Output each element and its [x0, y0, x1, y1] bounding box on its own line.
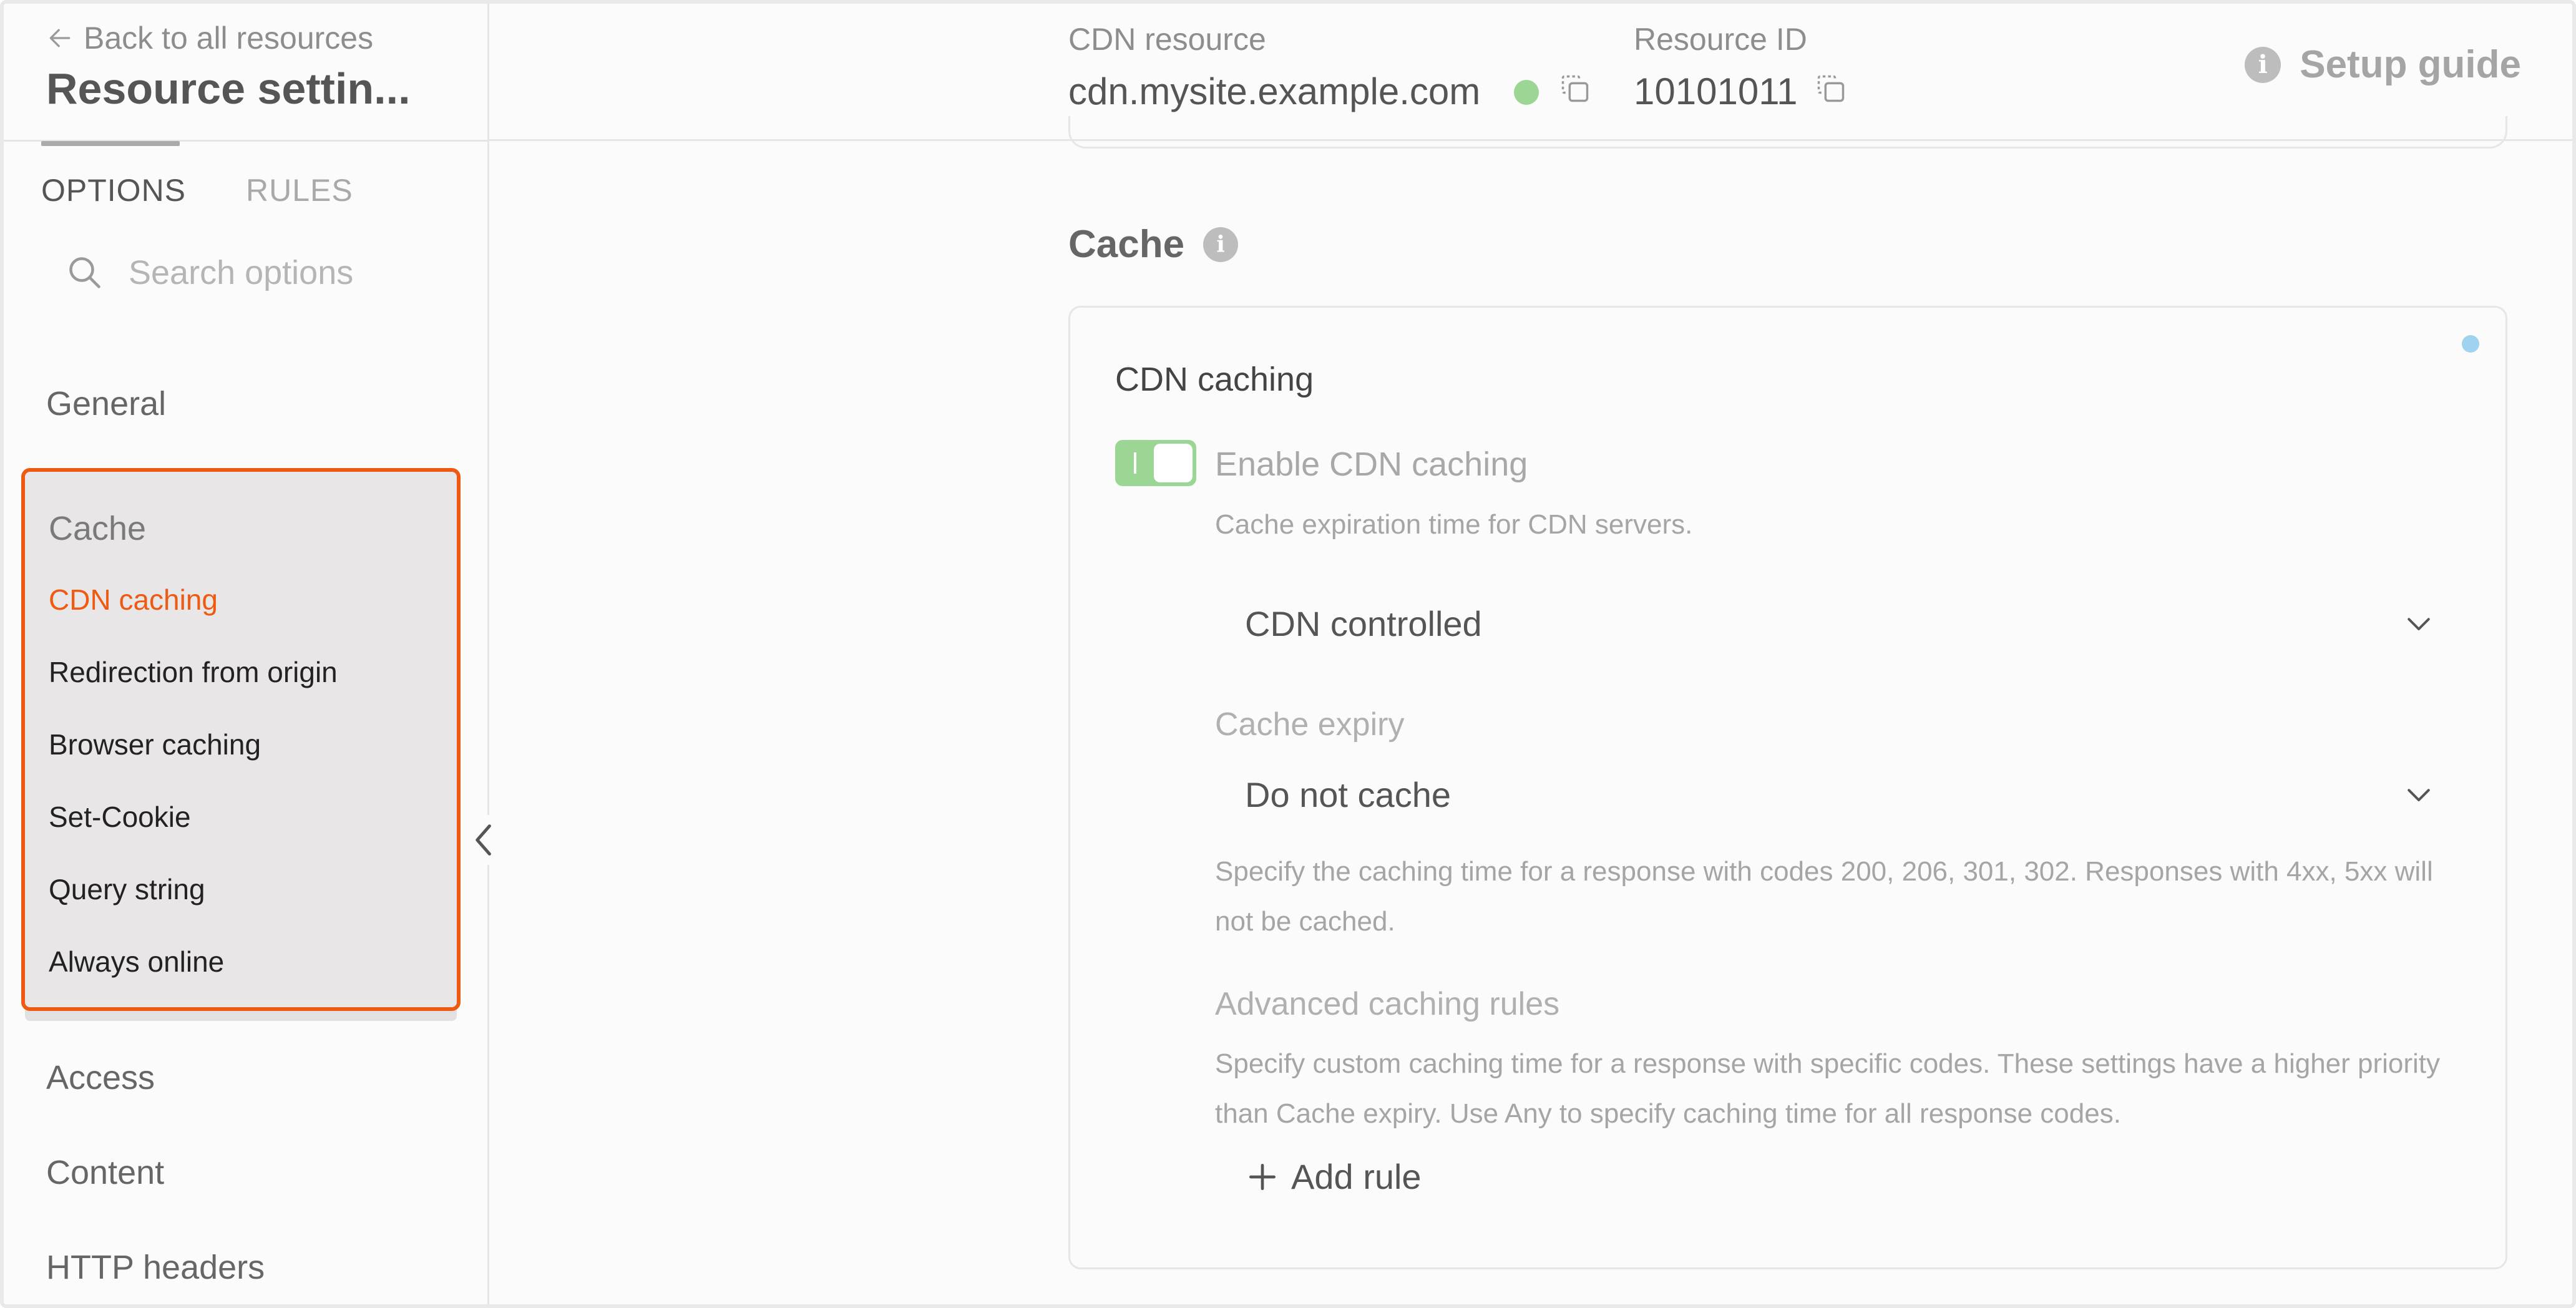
enable-cdn-caching-label: Enable CDN caching	[1215, 446, 1528, 483]
plus-icon	[1249, 1163, 1276, 1190]
setup-guide-label: Setup guide	[2300, 43, 2521, 86]
sidebar: Back to all resources Resource settin...…	[4, 4, 489, 1304]
toggle-knob	[1154, 444, 1193, 482]
card-title: CDN caching	[1115, 361, 1314, 398]
setup-guide-button[interactable]: i Setup guide	[2245, 42, 2521, 87]
status-dot	[1514, 80, 1539, 105]
sidebar-group-http-headers[interactable]: HTTP headers	[46, 1248, 265, 1287]
sidebar-group-content[interactable]: Content	[46, 1153, 164, 1192]
back-link-label: Back to all resources	[84, 21, 374, 56]
tab-rules[interactable]: RULES	[246, 172, 353, 208]
advanced-caching-rules-label: Advanced caching rules	[1215, 986, 1560, 1022]
sidebar-group-cache-label[interactable]: Cache	[49, 509, 146, 548]
add-rule-button[interactable]: Add rule	[1245, 1156, 1422, 1197]
cache-expiry-value: Do not cache	[1245, 774, 1451, 814]
sidebar-group-access[interactable]: Access	[46, 1058, 155, 1097]
resource-id-value: 10101011	[1634, 71, 1798, 112]
sidebar-item-always-online[interactable]: Always online	[49, 945, 224, 979]
page-title: Resource settin...	[46, 64, 411, 113]
advanced-caching-rules-hint: Specify custom caching time for a respon…	[1215, 1048, 2441, 1129]
unsaved-indicator-dot	[2462, 335, 2479, 353]
enable-cdn-caching-toggle[interactable]	[1115, 440, 1196, 486]
resource-id-label: Resource ID	[1634, 22, 1807, 57]
sidebar-item-redirection-from-origin[interactable]: Redirection from origin	[49, 655, 338, 689]
cache-expiry-hint: Specify the caching time for a response …	[1215, 856, 2433, 937]
copy-icon[interactable]	[1815, 72, 1847, 105]
sidebar-group-general[interactable]: General	[46, 384, 166, 423]
chevron-down-icon	[2408, 789, 2430, 802]
tab-options[interactable]: OPTIONS	[41, 172, 186, 208]
arrow-left-icon	[49, 29, 71, 47]
info-icon: i	[2245, 46, 2281, 83]
previous-card-edge	[1068, 116, 2507, 149]
search-input[interactable]: Search options	[66, 253, 353, 292]
chevron-left-icon	[476, 824, 491, 856]
sidebar-item-cdn-caching[interactable]: CDN caching	[49, 583, 218, 617]
add-rule-label: Add rule	[1291, 1157, 1422, 1196]
search-icon	[69, 257, 100, 288]
chevron-down-icon	[2408, 618, 2430, 631]
section-title-label: Cache	[1068, 223, 1185, 266]
info-icon[interactable]: i	[1203, 227, 1239, 262]
sidebar-item-set-cookie[interactable]: Set-Cookie	[49, 800, 191, 834]
active-tab-indicator	[41, 141, 180, 146]
sidebar-group-cache: Cache CDN caching Redirection from origi…	[21, 468, 461, 1011]
cache-expiry-label: Cache expiry	[1215, 706, 1405, 743]
cdn-caching-card: CDN caching Enable CDN caching Cache exp…	[1068, 306, 2507, 1269]
app-frame: Back to all resources Resource settin...…	[0, 0, 2576, 1308]
caching-mode-value: CDN controlled	[1245, 603, 1482, 643]
sidebar-tabs: OPTIONS RULES	[41, 172, 353, 208]
cdn-resource-label: CDN resource	[1068, 22, 1266, 57]
collapse-sidebar-button[interactable]	[466, 815, 503, 865]
sidebar-item-query-string[interactable]: Query string	[49, 872, 205, 906]
caching-mode-select[interactable]: CDN controlled	[1215, 586, 2457, 661]
search-placeholder: Search options	[129, 254, 354, 291]
cdn-resource-value: cdn.mysite.example.com	[1068, 71, 1481, 112]
sidebar-item-browser-caching[interactable]: Browser caching	[49, 728, 261, 761]
toggle-hint: Cache expiration time for CDN servers.	[1215, 509, 1693, 540]
back-to-resources-link[interactable]: Back to all resources	[46, 20, 373, 56]
copy-icon[interactable]	[1559, 72, 1591, 105]
section-title-cache: Cache i	[1068, 222, 1239, 266]
toggle-on-mark	[1134, 452, 1136, 474]
cache-expiry-select[interactable]: Do not cache	[1215, 757, 2457, 832]
